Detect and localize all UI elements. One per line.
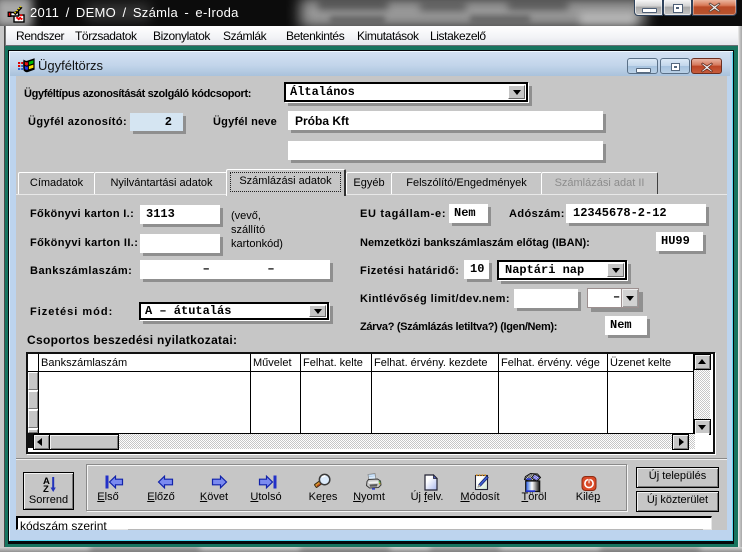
svg-text:Z: Z [43,484,49,493]
